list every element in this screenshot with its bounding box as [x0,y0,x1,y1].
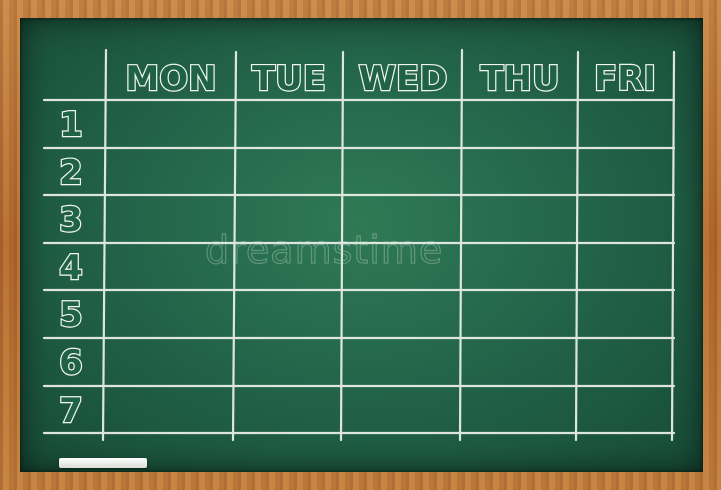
period-number-1: 1 [59,105,83,145]
day-header-tue: TUE [252,59,326,99]
grid-vline [670,50,676,442]
period-number-6: 6 [59,343,83,383]
grid-vline [458,48,464,442]
day-header-fri: FRI [594,59,656,99]
grid-vline [574,50,580,442]
day-header-mon: MON [125,59,216,99]
period-number-7: 7 [59,391,83,431]
watermark-text: dreamstime [204,227,444,272]
period-number-2: 2 [59,153,83,193]
grid-vline [101,48,108,442]
period-number-3: 3 [59,200,83,240]
day-header-wed: WED [359,59,448,99]
period-number-4: 4 [59,248,83,288]
chalk-stick [59,458,147,468]
period-number-5: 5 [59,295,83,335]
day-header-thu: THU [480,59,559,99]
